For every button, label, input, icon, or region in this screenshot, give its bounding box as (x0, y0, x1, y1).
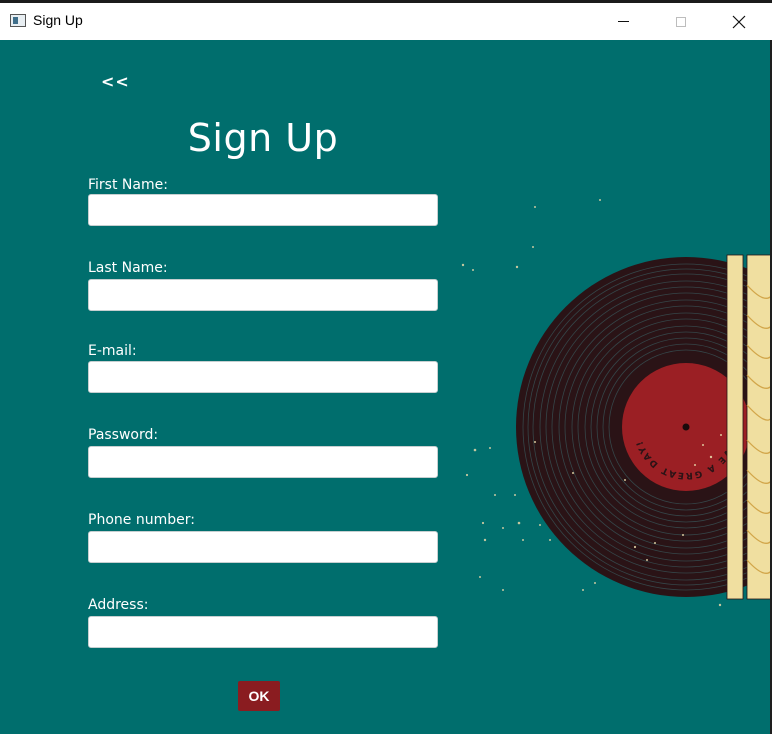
signup-form-panel: << Sign Up First Name: Last Name: E-mail… (0, 40, 772, 734)
page-title: Sign Up (187, 116, 339, 160)
email-label: E-mail: (88, 343, 137, 359)
minimize-icon (617, 21, 629, 22)
app-window-icon (10, 14, 26, 27)
maximize-button[interactable] (658, 3, 704, 40)
phone-number-input[interactable] (88, 531, 438, 563)
last-name-input[interactable] (88, 279, 438, 311)
email-input[interactable] (88, 361, 438, 393)
first-name-input[interactable] (88, 194, 438, 226)
password-input[interactable] (88, 446, 438, 478)
password-label: Password: (88, 427, 159, 443)
address-input[interactable] (88, 616, 438, 648)
back-button[interactable]: << (101, 72, 130, 91)
address-label: Address: (88, 597, 149, 613)
close-button[interactable] (716, 3, 762, 40)
record-sleeve (726, 254, 772, 600)
close-icon (732, 15, 746, 28)
vinyl-record-illustration: HAVE A GREAT DAY! (461, 199, 772, 607)
window-titlebar: Sign Up (0, 0, 772, 40)
last-name-label: Last Name: (88, 260, 168, 276)
window-title: Sign Up (33, 12, 83, 28)
minimize-button[interactable] (600, 3, 646, 40)
maximize-icon (676, 16, 686, 27)
ok-button[interactable]: OK (238, 681, 280, 711)
first-name-label: First Name: (88, 177, 168, 193)
phone-number-label: Phone number: (88, 512, 195, 528)
